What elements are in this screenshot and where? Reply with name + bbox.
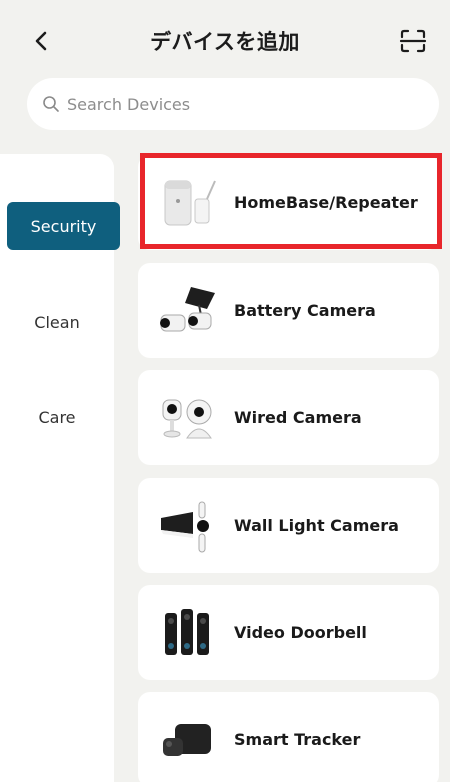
smart-tracker-icon (152, 705, 222, 775)
device-card-smart-tracker[interactable]: Smart Tracker (138, 692, 439, 782)
device-card-battery-camera[interactable]: Battery Camera (138, 263, 439, 358)
header: デバイスを追加 (0, 0, 450, 80)
sidebar-item-clean[interactable]: Clean (0, 298, 114, 346)
page-title: デバイスを追加 (150, 30, 300, 54)
device-card-homebase[interactable]: HomeBase/Repeater (138, 155, 439, 250)
device-card-video-doorbell[interactable]: Video Doorbell (138, 585, 439, 680)
sidebar-item-label: Clean (34, 312, 80, 332)
sidebar-item-security[interactable]: Security (7, 202, 120, 250)
sidebar-item-label: Security (30, 216, 97, 236)
device-card-wall-light-camera[interactable]: Wall Light Camera (138, 478, 439, 573)
device-label: HomeBase/Repeater (234, 193, 418, 212)
homebase-icon (152, 168, 222, 238)
device-label: Video Doorbell (234, 623, 367, 642)
wired-camera-icon (152, 383, 222, 453)
device-label: Smart Tracker (234, 730, 361, 749)
search-bar[interactable] (27, 78, 439, 130)
device-card-wired-camera[interactable]: Wired Camera (138, 370, 439, 465)
battery-camera-icon (152, 276, 222, 346)
device-label: Wired Camera (234, 408, 362, 427)
sidebar-item-label: Care (38, 407, 76, 427)
search-input[interactable] (67, 94, 397, 114)
wall-light-camera-icon (152, 491, 222, 561)
search-icon (41, 94, 61, 114)
scan-button[interactable] (396, 24, 430, 58)
device-label: Battery Camera (234, 301, 376, 320)
sidebar-item-care[interactable]: Care (0, 393, 114, 441)
device-label: Wall Light Camera (234, 516, 399, 535)
category-sidebar: Security Clean Care (0, 154, 120, 782)
scan-icon (399, 29, 427, 53)
video-doorbell-icon (152, 598, 222, 668)
